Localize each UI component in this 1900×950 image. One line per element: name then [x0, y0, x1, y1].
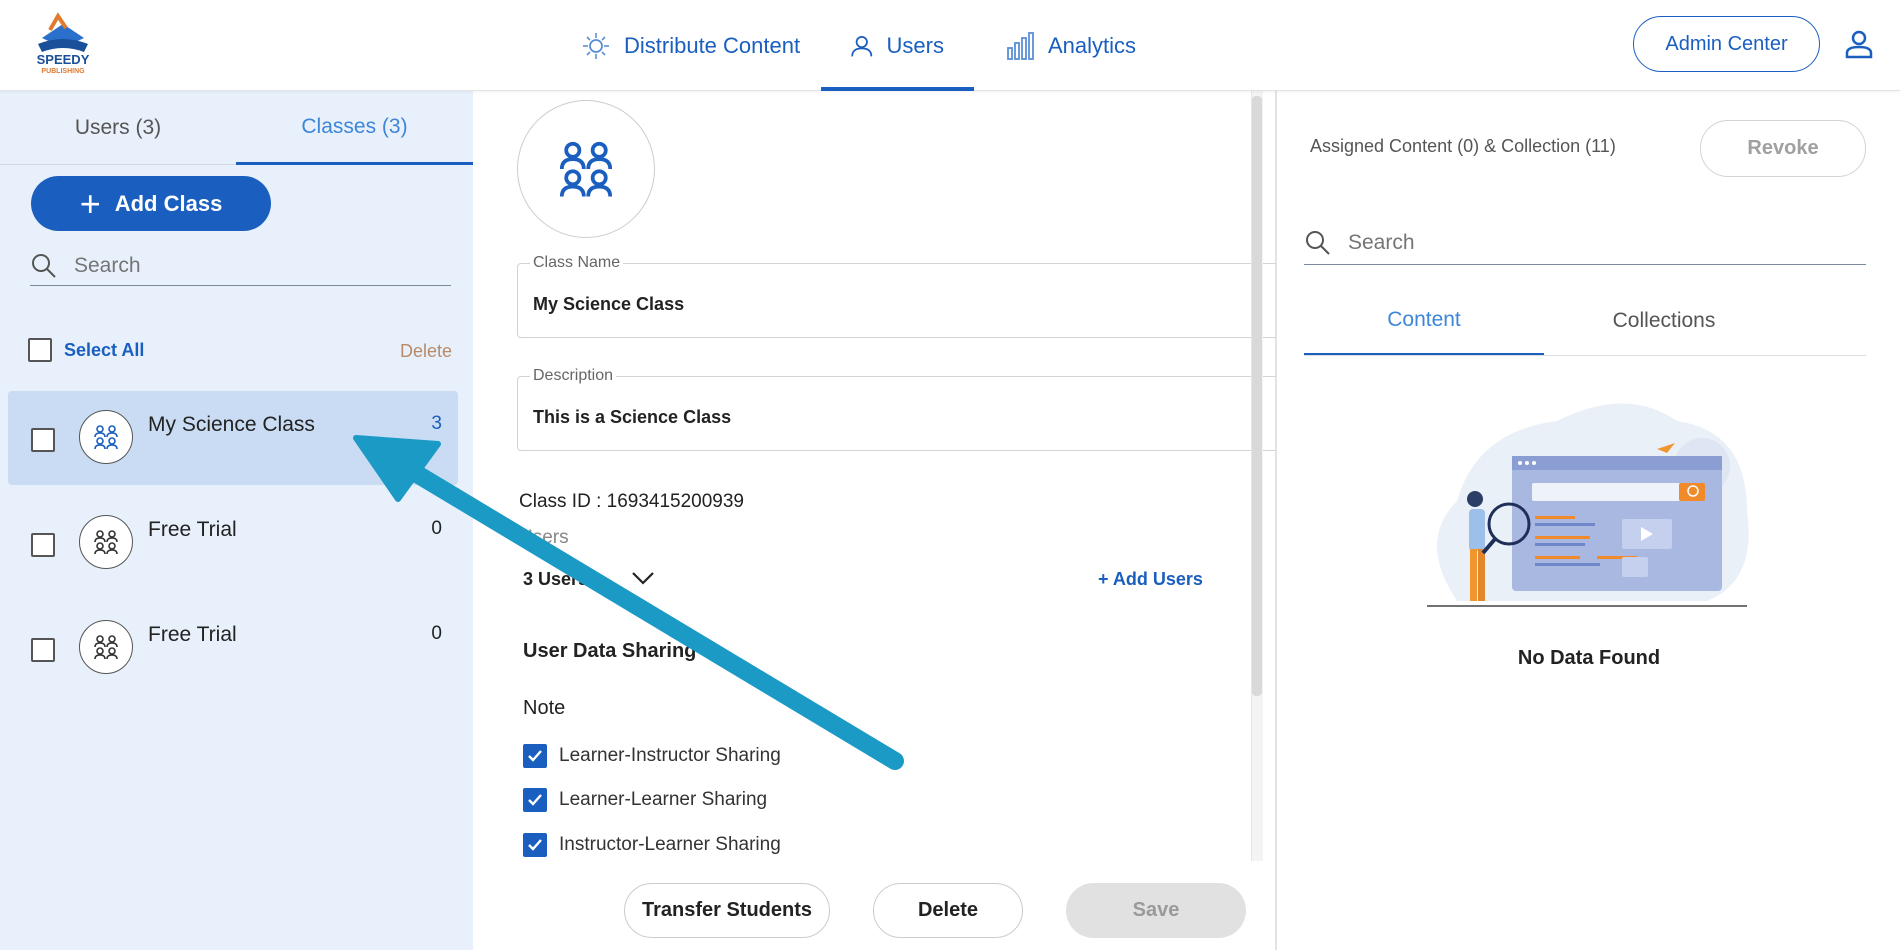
checkbox-checked[interactable]: [523, 744, 547, 768]
search-icon: [32, 253, 56, 278]
nav-tab-label: Analytics: [1048, 32, 1137, 58]
save-button[interactable]: Save: [1066, 883, 1246, 938]
tab-divider: [1304, 355, 1866, 356]
class-group-icon: [79, 620, 133, 674]
users-label: Users: [519, 527, 569, 548]
class-group-icon: [559, 141, 613, 197]
description-field[interactable]: Description This is a Science Class: [517, 367, 1297, 451]
top-navigation-bar: SPEEDY PUBLISHING Distribute Content Use…: [0, 0, 1900, 91]
scrollbar-thumb[interactable]: [1252, 96, 1262, 696]
class-checkbox[interactable]: [31, 533, 55, 557]
checkbox-checked[interactable]: [523, 788, 547, 812]
add-class-button[interactable]: + Add Class: [31, 176, 271, 231]
tab-classes[interactable]: Classes (3): [236, 91, 473, 165]
class-name-field[interactable]: Class Name My Science Class: [517, 254, 1297, 338]
transfer-students-button[interactable]: Transfer Students: [624, 883, 830, 938]
class-name-value: My Science Class: [533, 294, 685, 314]
class-list-item[interactable]: Free Trial 0: [8, 496, 458, 590]
description-label: Description: [530, 367, 617, 385]
user-icon: [851, 35, 873, 56]
sharing-option[interactable]: Instructor-Learner Sharing: [523, 833, 781, 857]
distribute-icon: [583, 32, 609, 59]
svg-text:PUBLISHING: PUBLISHING: [41, 68, 85, 75]
tab-users[interactable]: Users (3): [0, 91, 236, 165]
sharing-option[interactable]: Learner-Instructor Sharing: [523, 744, 781, 768]
class-name: Free Trial: [148, 623, 237, 646]
class-list-item[interactable]: Free Trial 0: [8, 601, 458, 695]
delete-link[interactable]: Delete: [400, 341, 452, 362]
class-group-icon: [79, 410, 133, 464]
sharing-option-label: Learner-Learner Sharing: [559, 789, 768, 810]
select-all-checkbox[interactable]: [28, 338, 52, 362]
class-checkbox[interactable]: [31, 638, 55, 662]
class-name-label: Class Name: [530, 254, 624, 272]
no-data-message: No Data Found: [1517, 647, 1661, 669]
nav-tab-users[interactable]: Users: [821, 0, 974, 91]
checkmark-icon: [528, 794, 542, 806]
speedy-publishing-logo[interactable]: SPEEDY PUBLISHING: [28, 8, 98, 78]
class-list-item[interactable]: My Science Class 3: [8, 391, 458, 485]
add-users-link[interactable]: + Add Users: [1098, 569, 1203, 590]
plus-icon: +: [79, 182, 101, 224]
class-group-icon: [79, 515, 133, 569]
tab-collections[interactable]: Collections: [1544, 286, 1784, 356]
checkmark-icon: [528, 839, 542, 851]
bar-chart-icon: [1007, 31, 1034, 60]
class-avatar: [517, 100, 655, 238]
nav-tab-distribute-content[interactable]: Distribute Content: [580, 0, 800, 91]
content-search-input[interactable]: [1348, 230, 1828, 255]
class-checkbox[interactable]: [31, 428, 55, 452]
nav-tab-analytics[interactable]: Analytics: [1004, 0, 1136, 91]
select-all[interactable]: Select All: [28, 338, 144, 362]
class-search: [30, 246, 451, 286]
user-data-sharing-heading: User Data Sharing: [523, 640, 697, 662]
users-dropdown[interactable]: 3 Users: [523, 569, 588, 590]
assigned-content-panel: Assigned Content (0) & Collection (11) R…: [1276, 91, 1900, 950]
chevron-down-icon[interactable]: [629, 566, 657, 590]
class-search-input[interactable]: [74, 253, 414, 278]
description-value: This is a Science Class: [533, 407, 732, 427]
assigned-content-label: Assigned Content (0) & Collection (11): [1310, 136, 1616, 156]
revoke-button[interactable]: Revoke: [1700, 120, 1866, 177]
delete-button[interactable]: Delete: [873, 883, 1023, 938]
checkbox-checked[interactable]: [523, 833, 547, 857]
sharing-option[interactable]: Learner-Learner Sharing: [523, 788, 767, 812]
class-user-count: 0: [431, 518, 442, 539]
admin-center-button[interactable]: Admin Center: [1633, 16, 1820, 72]
sharing-option-label: Learner-Instructor Sharing: [559, 745, 781, 766]
class-id: Class ID : 1693415200939: [519, 491, 744, 512]
note-label: Note: [523, 697, 566, 719]
no-data-illustration: [1427, 403, 1749, 607]
content-search: [1304, 221, 1866, 265]
profile-icon[interactable]: [1843, 28, 1875, 60]
checkmark-icon: [528, 750, 542, 762]
select-all-label: Select All: [64, 339, 145, 360]
sharing-option-label: Instructor-Learner Sharing: [559, 834, 781, 855]
class-name: Free Trial: [148, 518, 237, 541]
svg-text:SPEEDY: SPEEDY: [37, 52, 90, 67]
classes-sidebar: Users (3) Classes (3) + Add Class Select…: [0, 91, 473, 950]
search-icon: [1306, 230, 1330, 255]
tab-content[interactable]: Content: [1304, 286, 1544, 356]
add-class-label: Add Class: [114, 190, 223, 216]
class-user-count: 3: [431, 413, 442, 434]
class-detail-panel: Class Name My Science Class Description …: [473, 91, 1297, 950]
class-user-count: 0: [431, 623, 442, 644]
class-name: My Science Class: [148, 413, 315, 436]
nav-tab-label: Users: [886, 32, 944, 58]
nav-tab-label: Distribute Content: [624, 32, 801, 58]
